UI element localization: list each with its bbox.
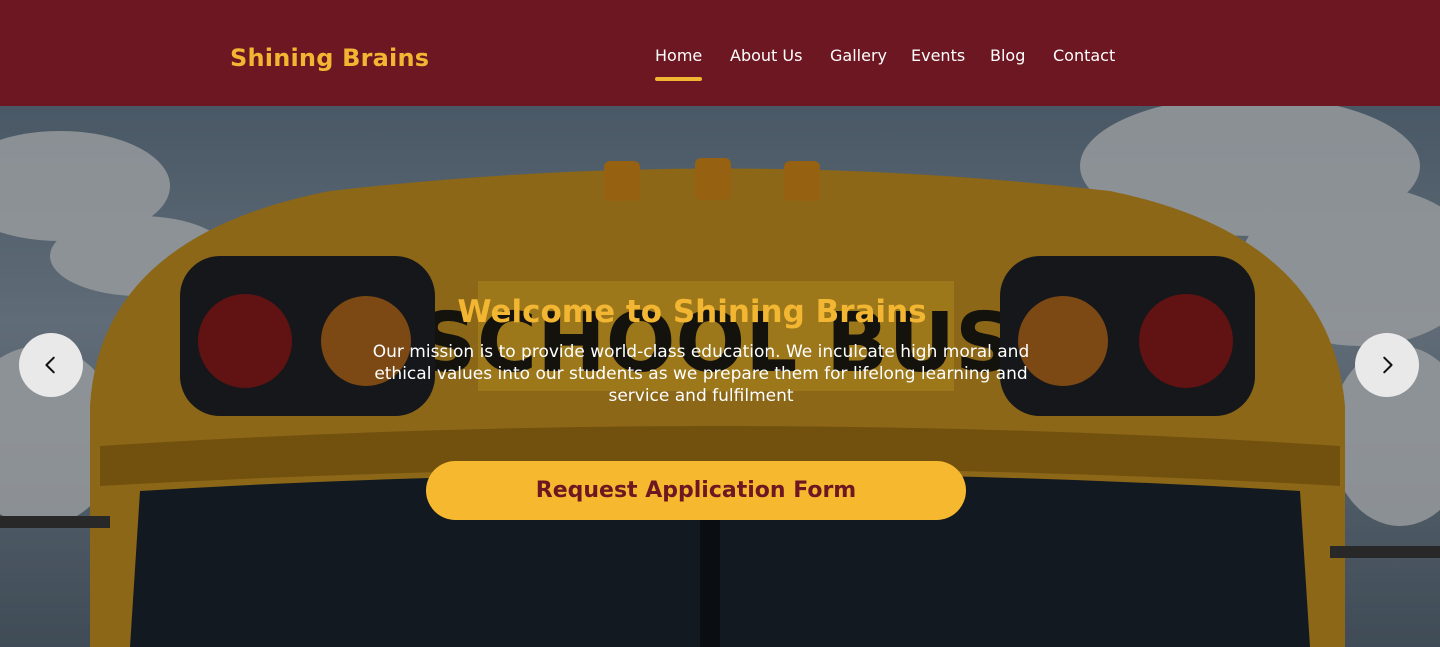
- hero-title: Welcome to Shining Brains: [457, 294, 927, 330]
- chevron-right-icon: [1383, 356, 1393, 374]
- nav-gallery[interactable]: Gallery: [830, 46, 887, 65]
- nav-contact[interactable]: Contact: [1053, 46, 1115, 65]
- chevron-left-icon: [45, 356, 55, 374]
- carousel-next-button[interactable]: [1355, 333, 1419, 397]
- nav-about-us[interactable]: About Us: [730, 46, 802, 65]
- nav-events[interactable]: Events: [911, 46, 965, 65]
- nav-home[interactable]: Home: [655, 46, 703, 81]
- hero-carousel: SCHOOL BUS Welcome to Shining Brains Our…: [0, 106, 1440, 647]
- carousel-prev-button[interactable]: [19, 333, 83, 397]
- site-header: Shining Brains Home About Us Gallery Eve…: [0, 0, 1440, 106]
- request-application-button[interactable]: Request Application Form: [426, 461, 966, 520]
- nav-blog[interactable]: Blog: [990, 46, 1025, 65]
- main-nav: Home About Us Gallery Events Blog Contac…: [0, 46, 1440, 86]
- hero-description: Our mission is to provide world-class ed…: [372, 342, 1030, 406]
